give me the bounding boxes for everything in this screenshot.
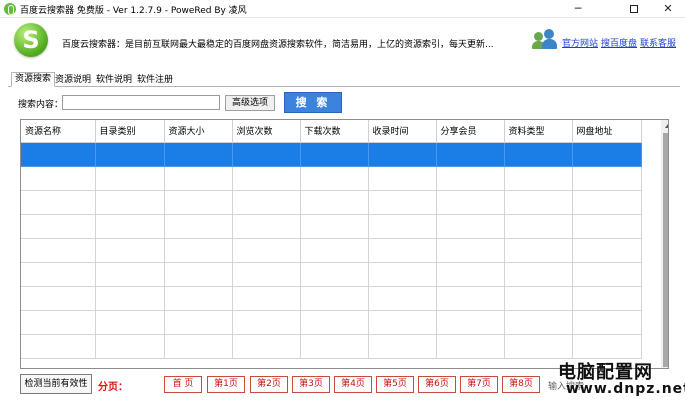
maximize-icon — [630, 5, 638, 13]
search-label: 搜索内容： — [18, 100, 64, 110]
skype-logo-icon: S — [14, 23, 48, 57]
table-row[interactable] — [21, 190, 642, 215]
col-category[interactable]: 目录类别 — [95, 120, 165, 143]
table-row[interactable] — [21, 142, 642, 167]
table-row[interactable] — [21, 214, 642, 239]
col-size[interactable]: 资源大小 — [164, 120, 233, 143]
col-resource-name[interactable]: 资源名称 — [21, 120, 96, 143]
header-banner: S 百度云搜索器：是目前互联网最大最稳定的百度网盘资源搜索软件，简洁易用，上亿的… — [0, 19, 685, 65]
page-2-button[interactable]: 第2页 — [250, 376, 288, 393]
scroll-up-arrow-icon[interactable] — [661, 120, 668, 132]
table-row[interactable] — [21, 262, 642, 287]
scroll-thumb[interactable] — [663, 133, 668, 367]
watermark: 电脑配置网 www.dnpz.net — [556, 358, 685, 406]
col-file-type[interactable]: 资料类型 — [504, 120, 573, 143]
search-input[interactable] — [62, 95, 220, 110]
logo-letter: S — [22, 26, 40, 54]
page-3-button[interactable]: 第3页 — [292, 376, 330, 393]
page-4-button[interactable]: 第4页 — [334, 376, 372, 393]
table-header-row: 资源名称 目录类别 资源大小 浏览次数 下载次数 收录时间 分享会员 资料类型 … — [21, 120, 642, 143]
page-6-button[interactable]: 第6页 — [418, 376, 456, 393]
tab-software-info[interactable]: 软件说明 — [93, 74, 135, 87]
check-validity-button[interactable]: 检测当前有效性 — [20, 374, 92, 394]
table-row[interactable] — [21, 286, 642, 311]
page-8-button[interactable]: 第8页 — [502, 376, 540, 393]
page-first-button[interactable]: 首 页 — [164, 376, 202, 393]
window-title: 百度云搜索器 免费版 - Ver 1.2.7.9 - PoweRed By 凌风 — [20, 6, 247, 16]
page-5-button[interactable]: 第5页 — [376, 376, 414, 393]
results-table[interactable]: 资源名称 目录类别 资源大小 浏览次数 下载次数 收录时间 分享会员 资料类型 … — [20, 119, 669, 369]
page-7-button[interactable]: 第7页 — [460, 376, 498, 393]
watermark-en: www.dnpz.net — [566, 381, 685, 397]
pagination-label: 分页： — [98, 382, 128, 393]
vertical-scrollbar[interactable] — [661, 120, 668, 368]
col-views[interactable]: 浏览次数 — [232, 120, 301, 143]
table-row[interactable] — [21, 238, 642, 263]
users-icon — [532, 29, 558, 51]
search-button[interactable]: 搜 索 — [284, 92, 342, 113]
tab-resource-search[interactable]: 资源搜索 — [11, 72, 56, 87]
col-share-member[interactable]: 分享会员 — [436, 120, 505, 143]
official-site-link[interactable]: 官方网站 — [562, 36, 598, 49]
table-row[interactable] — [21, 310, 642, 335]
tab-software-register[interactable]: 软件注册 — [134, 74, 176, 87]
minimize-button[interactable]: ─ — [556, 0, 600, 18]
search-baidu-disk-link[interactable]: 搜百度盘 — [601, 36, 637, 49]
table-row[interactable] — [21, 334, 642, 359]
title-bar: 百度云搜索器 免费版 - Ver 1.2.7.9 - PoweRed By 凌风… — [0, 0, 685, 18]
app-icon — [4, 3, 16, 15]
close-button[interactable]: ✕ — [646, 0, 685, 18]
col-disk-url[interactable]: 网盘地址 — [572, 120, 642, 143]
advanced-options-button[interactable]: 高级选项 — [225, 95, 275, 111]
page-1-button[interactable]: 第1页 — [207, 376, 245, 393]
table-row[interactable] — [21, 166, 642, 191]
contact-support-link[interactable]: 联系客服 — [640, 36, 676, 49]
marquee-text: 百度云搜索器：是目前互联网最大最稳定的百度网盘资源搜索软件，简洁易用，上亿的资源… — [62, 40, 494, 50]
col-indexed-time[interactable]: 收录时间 — [368, 120, 437, 143]
tab-resource-info[interactable]: 资源说明 — [52, 74, 94, 87]
col-downloads[interactable]: 下载次数 — [300, 120, 369, 143]
